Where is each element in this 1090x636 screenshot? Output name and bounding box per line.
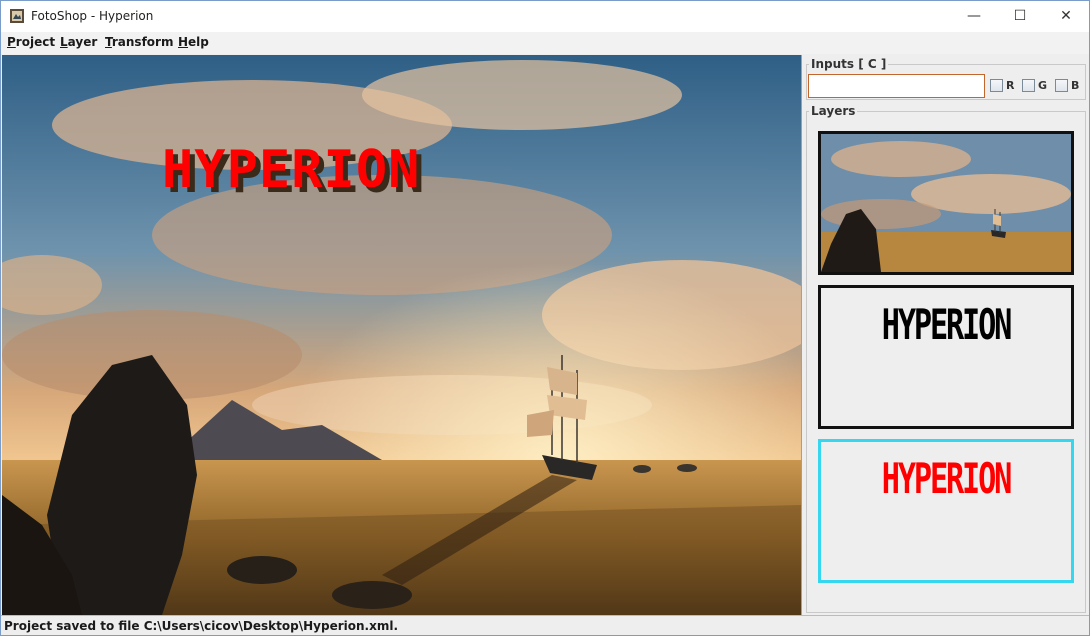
menu-help[interactable]: Help [178, 35, 209, 49]
image-canvas[interactable]: HYPERION HYPERION [2, 55, 802, 615]
layer-thumbnail-black-text[interactable]: HYPERION [818, 285, 1074, 429]
overlay-text: HYPERION [162, 140, 420, 200]
window-title: FotoShop - Hyperion [31, 9, 154, 23]
maximize-button[interactable]: ☐ [997, 1, 1043, 32]
checkbox-r[interactable] [990, 79, 1003, 92]
menu-mnemonic: L [60, 35, 68, 49]
layer-image-preview [821, 134, 1071, 272]
menu-label: ayer [67, 35, 98, 49]
menu-transform[interactable]: Transform [105, 35, 173, 49]
checkbox-b[interactable] [1055, 79, 1068, 92]
menu-label: ransform [111, 35, 174, 49]
color-input[interactable] [808, 74, 985, 98]
menu-layer[interactable]: Layer [60, 35, 97, 49]
status-message: Project saved to file C:\Users\cicov\Des… [4, 619, 398, 633]
app-icon [10, 9, 24, 23]
checkbox-r-label: R [1006, 79, 1015, 92]
checkbox-g[interactable] [1022, 79, 1035, 92]
side-panel: Inputs [ C ] R G B Layers HYPERION HYPER… [803, 55, 1089, 615]
layer-black-text: HYPERION [881, 300, 1013, 349]
menu-mnemonic: P [7, 35, 16, 49]
menu-mnemonic: H [178, 35, 189, 49]
close-button[interactable]: ✕ [1043, 1, 1089, 32]
hyperion-overlay-text: HYPERION HYPERION [162, 140, 424, 205]
menu-label: roject [15, 35, 56, 49]
menu-project[interactable]: Project [7, 35, 55, 49]
layer-thumbnail-red-text-selected[interactable]: HYPERION [818, 439, 1074, 583]
app-window: FotoShop - Hyperion — ☐ ✕ Project Layer … [0, 0, 1090, 636]
layer-thumbnail-image[interactable] [818, 131, 1074, 275]
composite-image: HYPERION HYPERION [2, 55, 801, 615]
menu-bar: Project Layer Transform Help [1, 32, 1089, 54]
checkbox-g-label: G [1038, 79, 1048, 92]
menu-label: elp [188, 35, 209, 49]
title-bar: FotoShop - Hyperion — ☐ ✕ [1, 1, 1089, 32]
status-bar: Project saved to file C:\Users\cicov\Des… [1, 615, 1089, 635]
menu-mnemonic: T [105, 35, 112, 49]
layer-red-text: HYPERION [881, 454, 1013, 503]
minimize-button[interactable]: — [951, 1, 997, 32]
inputs-title: Inputs [ C ] [809, 57, 889, 71]
checkbox-b-label: B [1071, 79, 1080, 92]
layers-title: Layers [809, 104, 858, 118]
